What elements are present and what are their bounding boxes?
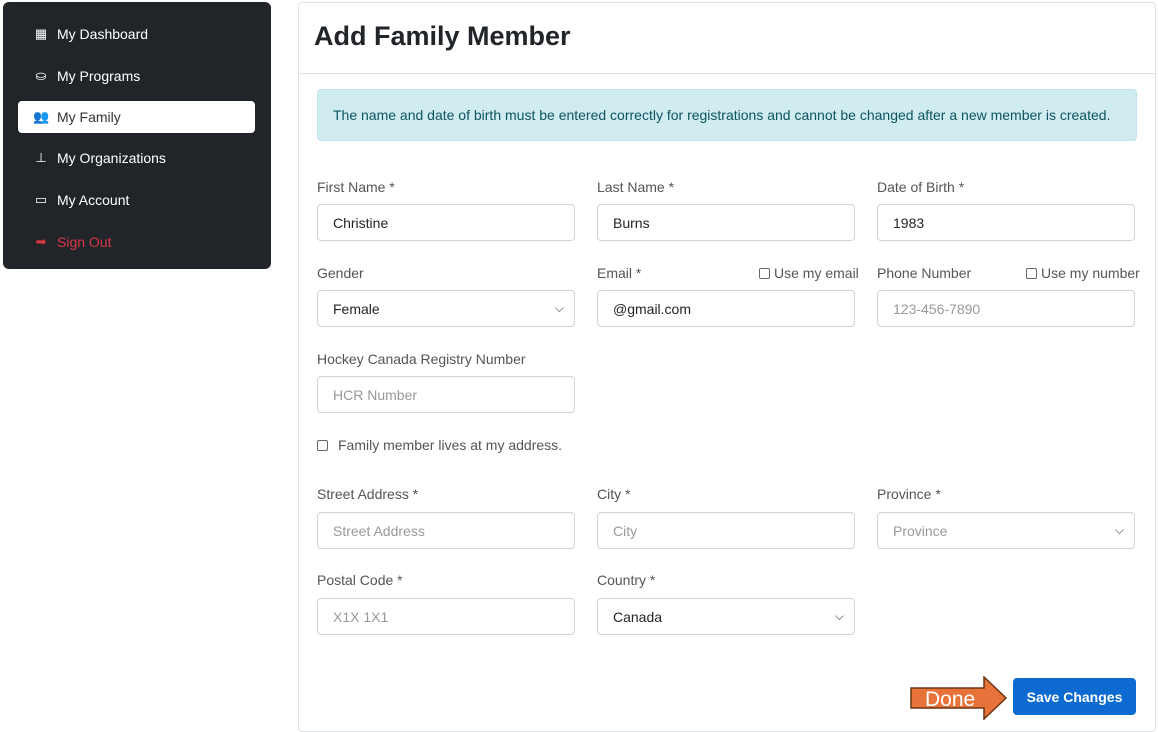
done-arrow-annotation: Done: [910, 676, 1008, 720]
last-name-label: Last Name *: [597, 179, 675, 195]
sidebar-item-family[interactable]: 👥 My Family: [18, 101, 255, 133]
chevron-down-icon: ⌵: [1114, 523, 1124, 537]
use-my-email-checkbox[interactable]: Use my email: [759, 265, 859, 281]
first-name-input[interactable]: Christine: [317, 204, 575, 241]
phone-input[interactable]: 123-456-7890: [877, 290, 1135, 327]
sidebar-item-programs[interactable]: ⛀ My Programs: [18, 60, 255, 92]
page-title: Add Family Member: [314, 21, 571, 51]
province-label: Province *: [877, 486, 941, 502]
sidebar-item-dashboard[interactable]: ▦ My Dashboard: [18, 18, 255, 50]
chevron-down-icon: ⌵: [834, 609, 844, 623]
dob-label: Date of Birth *: [877, 179, 965, 195]
street-input[interactable]: Street Address: [317, 512, 575, 549]
checkbox-label: Use my email: [774, 265, 859, 281]
gender-value: Female: [333, 300, 380, 317]
gender-label: Gender: [317, 265, 364, 281]
last-name-input[interactable]: Burns: [597, 204, 855, 241]
sidebar-item-label: My Programs: [57, 68, 141, 84]
sidebar-item-label: My Account: [57, 192, 130, 208]
same-address-checkbox[interactable]: Family member lives at my address.: [317, 437, 562, 453]
checkbox[interactable]: [759, 267, 770, 279]
basket-icon: ⛀: [35, 68, 47, 83]
postal-label: Postal Code *: [317, 572, 403, 588]
sidebar-item-label: My Organizations: [57, 150, 166, 166]
sidebar-item-sign-out[interactable]: ➡ Sign Out: [18, 226, 255, 258]
sidebar: ▦ My Dashboard ⛀ My Programs 👥 My Family ⊥ M…: [3, 2, 271, 269]
sidebar-item-account[interactable]: ▭ My Account: [18, 184, 255, 216]
sidebar-item-label: My Dashboard: [57, 26, 149, 42]
country-select[interactable]: Canada ⌵: [597, 598, 855, 635]
province-value: Province: [893, 522, 948, 539]
use-my-number-checkbox[interactable]: Use my number: [1026, 265, 1140, 281]
first-name-label: First Name *: [317, 179, 395, 195]
hcr-input[interactable]: HCR Number: [317, 376, 575, 413]
province-select[interactable]: Province ⌵: [877, 512, 1135, 549]
email-input[interactable]: @gmail.com: [597, 290, 855, 327]
wallet-icon: ▭: [34, 192, 48, 207]
hcr-label: Hockey Canada Registry Number: [317, 351, 526, 367]
sidebar-item-label: My Family: [57, 109, 121, 125]
checkbox[interactable]: [317, 439, 328, 451]
street-label: Street Address *: [317, 486, 419, 502]
sign-out-icon: ➡: [35, 234, 47, 249]
phone-label: Phone Number: [877, 265, 972, 281]
sidebar-item-organizations[interactable]: ⊥ My Organizations: [18, 142, 255, 174]
city-label: City *: [597, 486, 631, 502]
save-changes-button[interactable]: Save Changes: [1013, 678, 1136, 715]
users-icon: 👥: [33, 109, 50, 124]
checkbox-label: Use my number: [1041, 265, 1140, 281]
email-label: Email *: [597, 265, 642, 281]
country-label: Country *: [597, 572, 656, 588]
country-value: Canada: [613, 608, 663, 625]
sidebar-item-label: Sign Out: [57, 234, 112, 250]
info-alert: The name and date of birth must be enter…: [317, 89, 1137, 141]
gender-select[interactable]: Female ⌵: [317, 290, 575, 327]
checkbox[interactable]: [1026, 267, 1037, 279]
add-member-card: Add Family Member The name and date of b…: [298, 2, 1156, 732]
sitemap-icon: ⊥: [35, 150, 47, 165]
postal-input[interactable]: X1X 1X1: [317, 598, 575, 635]
done-label: Done: [925, 688, 975, 711]
chevron-down-icon: ⌵: [554, 301, 564, 315]
dob-input[interactable]: 1983: [877, 204, 1135, 241]
dashboard-icon: ▦: [34, 26, 48, 41]
checkbox-label: Family member lives at my address.: [338, 437, 563, 453]
city-input[interactable]: City: [597, 512, 855, 549]
